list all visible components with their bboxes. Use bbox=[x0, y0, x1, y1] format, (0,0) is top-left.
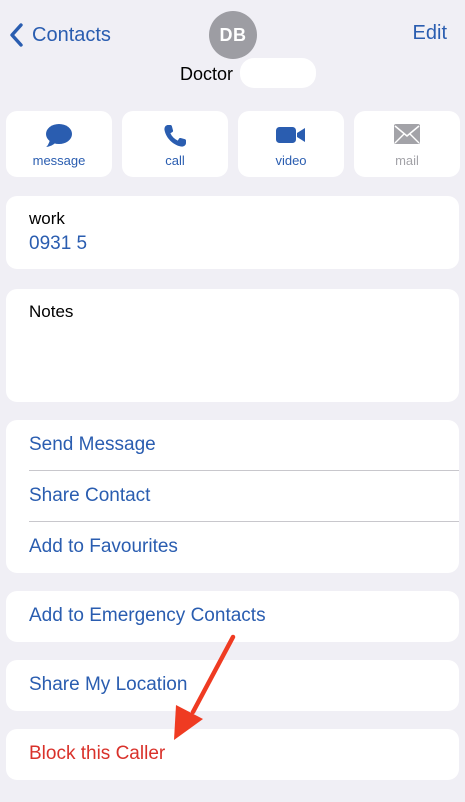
video-icon bbox=[276, 127, 305, 143]
mail-icon bbox=[394, 124, 420, 144]
chevron-left-icon bbox=[10, 23, 23, 47]
phone-icon bbox=[164, 125, 186, 147]
send-message-row[interactable]: Send Message bbox=[6, 420, 459, 471]
share-my-location-label: Share My Location bbox=[29, 674, 188, 695]
add-to-emergency-contacts-row[interactable]: Add to Emergency Contacts bbox=[6, 591, 459, 642]
video-action-label: video bbox=[275, 153, 307, 168]
share-contact-label: Share Contact bbox=[29, 485, 151, 506]
call-action-label: call bbox=[165, 153, 185, 168]
share-contact-row[interactable]: Share Contact bbox=[6, 471, 459, 522]
phone-type-label: work bbox=[29, 209, 65, 228]
video-action-button[interactable]: video bbox=[238, 111, 344, 177]
message-icon bbox=[46, 124, 72, 147]
phone-card[interactable]: work 0931 5 bbox=[6, 196, 459, 269]
contact-detail-screen: Contacts DB Doctor Edit message call vid… bbox=[0, 0, 465, 802]
message-action-label: message bbox=[32, 153, 86, 168]
message-action-button[interactable]: message bbox=[6, 111, 112, 177]
quick-actions: message call video mail bbox=[6, 111, 460, 177]
emergency-card: Add to Emergency Contacts bbox=[6, 591, 459, 642]
location-card: Share My Location bbox=[6, 660, 459, 711]
add-to-emergency-contacts-label: Add to Emergency Contacts bbox=[29, 605, 266, 626]
avatar: DB bbox=[209, 11, 257, 59]
back-button-label: Contacts bbox=[32, 23, 111, 46]
share-my-location-row[interactable]: Share My Location bbox=[6, 660, 459, 711]
notes-card[interactable]: Notes bbox=[6, 289, 459, 402]
block-this-caller-label: Block this Caller bbox=[29, 743, 166, 764]
notes-label: Notes bbox=[29, 302, 74, 321]
add-to-favourites-label: Add to Favourites bbox=[29, 536, 178, 557]
add-to-favourites-row[interactable]: Add to Favourites bbox=[6, 522, 459, 573]
block-card: Block this Caller bbox=[6, 729, 459, 780]
options-group: Send Message Share Contact Add to Favour… bbox=[6, 420, 459, 573]
send-message-label: Send Message bbox=[29, 434, 156, 455]
phone-number[interactable]: 0931 5 bbox=[29, 233, 87, 255]
mail-action-label: mail bbox=[395, 153, 419, 168]
back-button[interactable]: Contacts bbox=[8, 20, 111, 50]
contact-name: Doctor bbox=[180, 64, 234, 84]
block-this-caller-row[interactable]: Block this Caller bbox=[6, 729, 459, 780]
redacted-name-block bbox=[240, 58, 316, 88]
call-action-button[interactable]: call bbox=[122, 111, 228, 177]
edit-button[interactable]: Edit bbox=[413, 22, 447, 45]
mail-action-button[interactable]: mail bbox=[354, 111, 460, 177]
